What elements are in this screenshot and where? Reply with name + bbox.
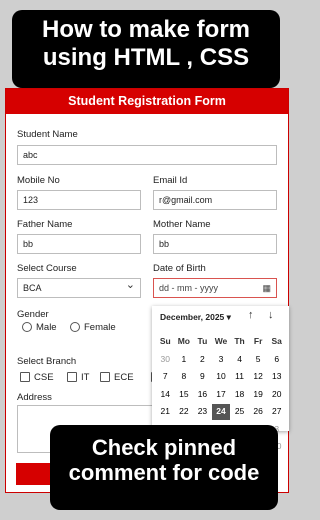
dob-input[interactable]: dd - mm - yyyy ▦ (153, 278, 277, 298)
branch-ece-option[interactable]: ECE (100, 372, 134, 383)
father-name-input[interactable]: bb (17, 234, 141, 254)
calendar-weekday: Su (159, 336, 171, 346)
calendar-day[interactable]: 7 (156, 369, 175, 385)
pinned-line-2: comment for code (68, 460, 260, 486)
calendar-day[interactable]: 5 (249, 352, 268, 368)
calendar-day[interactable]: 30 (156, 352, 175, 368)
ece-checkbox[interactable] (100, 372, 110, 383)
calendar-day[interactable]: 17 (212, 387, 231, 403)
calendar-day[interactable]: 25 (230, 404, 249, 420)
calendar-day[interactable]: 12 (249, 369, 268, 385)
ece-label: ECE (114, 372, 134, 383)
calendar-month-label: December, 2025 (160, 312, 225, 322)
female-radio[interactable] (70, 322, 80, 333)
calendar-day[interactable]: 10 (212, 369, 231, 385)
calendar-day[interactable]: 15 (175, 387, 194, 403)
mother-name-input[interactable]: bb (153, 234, 277, 254)
calendar-icon[interactable]: ▦ (262, 279, 271, 297)
calendar-weekday: Tu (197, 336, 208, 346)
calendar-day[interactable]: 23 (193, 404, 212, 420)
caret-down-icon: ▾ (226, 312, 231, 322)
branch-it-option[interactable]: IT (67, 372, 89, 383)
calendar-weekday: Fr (253, 336, 263, 346)
calendar-day[interactable]: 18 (230, 387, 249, 403)
cse-label: CSE (34, 372, 54, 383)
calendar-day[interactable]: 13 (267, 369, 286, 385)
it-checkbox[interactable] (67, 372, 77, 383)
branch-cse-option[interactable]: CSE (20, 372, 54, 383)
calendar-weekday: Mo (177, 336, 190, 346)
calendar-day[interactable]: 27 (267, 404, 286, 420)
mother-name-label: Mother Name (153, 219, 211, 230)
email-label: Email Id (153, 175, 188, 186)
title-line-1: How to make form (41, 16, 251, 43)
calendar-day[interactable]: 19 (249, 387, 268, 403)
title-banner: How to make form using HTML , CSS (12, 10, 280, 88)
calendar-day[interactable]: 16 (193, 387, 212, 403)
course-label: Select Course (17, 263, 77, 274)
calendar-weekday: We (214, 336, 228, 346)
course-value: BCA (23, 283, 42, 293)
calendar-weekday: Sa (271, 336, 282, 346)
email-input[interactable]: r@gmail.com (153, 190, 277, 210)
pinned-line-1: Check pinned (91, 435, 237, 460)
calendar-day[interactable]: 14 (156, 387, 175, 403)
calendar-day[interactable]: 26 (249, 404, 268, 420)
female-label: Female (84, 322, 116, 333)
father-name-label: Father Name (17, 219, 73, 230)
calendar-day[interactable]: 8 (175, 369, 194, 385)
course-select[interactable]: BCA (17, 276, 141, 298)
student-name-input[interactable]: abc (17, 145, 277, 165)
gender-female-option[interactable]: Female (70, 322, 116, 333)
calendar-day[interactable]: 6 (267, 352, 286, 368)
calendar-day[interactable]: 3 (212, 352, 231, 368)
calendar-day[interactable]: 21 (156, 404, 175, 420)
calendar-day[interactable]: 2 (193, 352, 212, 368)
calendar-day[interactable]: 11 (230, 369, 249, 385)
calendar-day[interactable]: 24 (211, 404, 231, 420)
calendar-day[interactable]: 20 (267, 387, 286, 403)
calendar-day[interactable]: 4 (230, 352, 249, 368)
calendar-month-selector[interactable]: December, 2025 ▾ (160, 312, 231, 323)
it-label: IT (81, 372, 90, 383)
gender-label: Gender (17, 309, 49, 320)
arrow-up-icon[interactable]: ↑ (248, 309, 254, 321)
male-radio[interactable] (22, 322, 32, 333)
date-picker: December, 2025 ▾ ↑ ↓ Su Mo Tu We Th Fr Sa 30 1 2 3… (152, 306, 289, 451)
male-label: Male (36, 322, 57, 333)
dob-label: Date of Birth (153, 263, 206, 274)
gender-male-option[interactable]: Male (22, 322, 57, 333)
mobile-input[interactable]: 123 (17, 190, 141, 210)
branch-label: Select Branch (17, 356, 77, 367)
address-label: Address (17, 392, 52, 403)
arrow-down-icon[interactable]: ↓ (268, 309, 274, 321)
title-line-2: using HTML , CSS (42, 43, 250, 71)
cse-checkbox[interactable] (20, 372, 30, 383)
calendar-day[interactable]: 22 (175, 404, 194, 420)
form-title: Student Registration Form (6, 89, 288, 114)
pinned-comment-banner: Check pinned comment for code (50, 425, 278, 510)
calendar-weekday: Th (234, 336, 245, 346)
student-name-label: Student Name (17, 129, 78, 140)
mobile-label: Mobile No (17, 175, 60, 186)
calendar-day[interactable]: 1 (175, 352, 194, 368)
dob-placeholder: dd - mm - yyyy (159, 283, 219, 293)
calendar-day[interactable]: 9 (193, 369, 212, 385)
